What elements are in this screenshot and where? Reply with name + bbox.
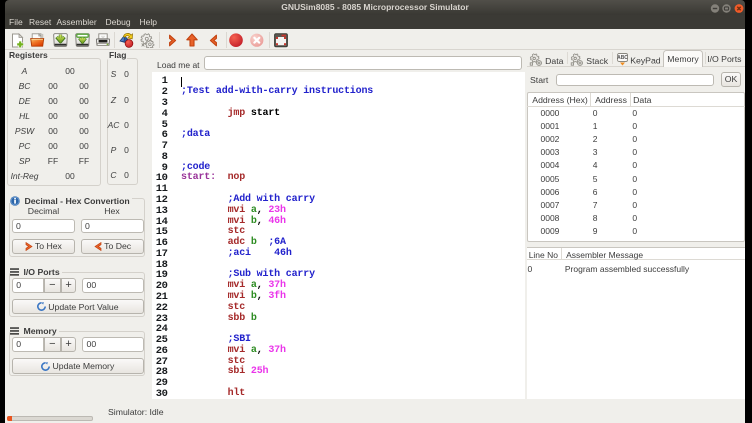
svg-text:ABC: ABC: [617, 55, 628, 61]
